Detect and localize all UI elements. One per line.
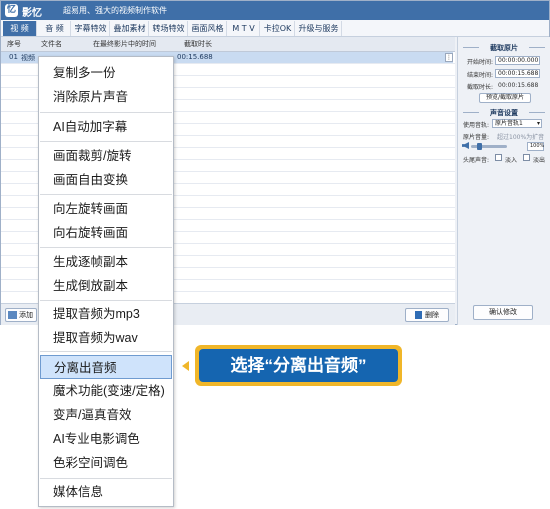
menu-item-magic-functions[interactable]: 魔术功能(变速/定格) <box>40 379 172 403</box>
clip-length-label: 截取时长: <box>467 84 494 91</box>
menu-item-rotate-right[interactable]: 向右旋转画面 <box>40 221 172 245</box>
volume-hint: 超过100%为扩音 <box>497 134 545 141</box>
context-menu: 复制多一份 消除原片声音 AI自动加字幕 画面裁剪/旋转 画面自由变换 向左旋转… <box>38 56 174 507</box>
menu-separator <box>40 300 172 301</box>
menu-item-voice-effects[interactable]: 变声/逼真音效 <box>40 403 172 427</box>
menu-item-free-transform[interactable]: 画面自由变换 <box>40 168 172 192</box>
tab-subtitle-effects[interactable]: 字幕特效 <box>72 21 110 36</box>
column-header-timeline[interactable]: 在最终影片中的时间 <box>93 39 156 49</box>
menu-item-remove-original-audio[interactable]: 消除原片声音 <box>40 85 172 109</box>
fade-out-label: 淡出 <box>533 157 546 164</box>
app-slogan: 超易用、强大的视频制作软件 <box>63 6 167 15</box>
menu-item-rotate-left[interactable]: 向左旋转画面 <box>40 197 172 221</box>
column-header-duration[interactable]: 截取时长 <box>184 39 212 49</box>
properties-panel <box>457 37 550 325</box>
preview-clip-button[interactable]: 预览/截取原片 <box>479 93 531 103</box>
tab-picture-style[interactable]: 画面风格 <box>189 21 227 36</box>
menu-separator <box>40 247 172 248</box>
menu-separator <box>40 112 172 113</box>
delete-button-label: 删除 <box>425 311 439 319</box>
menu-item-color-space[interactable]: 色彩空间调色 <box>40 451 172 475</box>
menu-separator <box>40 141 172 142</box>
volume-label: 原片音量: <box>463 134 490 141</box>
tab-transition-effects[interactable]: 转场特效 <box>150 21 188 36</box>
fade-label: 头尾声音: <box>463 157 490 164</box>
column-header-index[interactable]: 序号 <box>7 39 21 49</box>
menu-item-separate-audio[interactable]: 分离出音频 <box>40 355 172 379</box>
add-file-icon <box>8 311 17 319</box>
menu-item-reverse-copy[interactable]: 生成倒放副本 <box>40 274 172 298</box>
audio-track-select[interactable]: 原片音轨1 ▾ <box>492 119 542 128</box>
start-time-label: 开始时间: <box>467 59 494 66</box>
title-bar: 忆 影忆 超易用、强大的视频制作软件 <box>1 1 549 20</box>
chevron-down-icon: ▾ <box>536 120 540 127</box>
tab-overlay-material[interactable]: 叠加素材 <box>111 21 149 36</box>
callout-pointer-icon <box>182 361 189 371</box>
menu-item-extract-mp3[interactable]: 提取音频为mp3 <box>40 302 172 326</box>
menu-separator <box>40 194 172 195</box>
row-more-icon[interactable]: ⋮ <box>445 53 453 62</box>
audio-track-label: 使用音轨: <box>463 122 490 129</box>
start-time-field[interactable]: 00:00:00.000 <box>495 56 540 65</box>
fade-in-label: 淡入 <box>505 157 518 164</box>
tab-audio[interactable]: 音 频 <box>39 21 71 36</box>
clip-section-title: 截取原片 <box>463 43 545 52</box>
row-filename: 视频 <box>21 54 35 62</box>
add-button[interactable]: 添加 <box>5 308 37 322</box>
menu-separator <box>40 351 172 352</box>
row-index: 01 <box>9 53 18 61</box>
end-time-field[interactable]: 00:00:15.688 <box>495 69 540 78</box>
audio-section-title: 声音设置 <box>463 108 545 117</box>
delete-button[interactable]: 删除 <box>405 308 449 322</box>
menu-item-duplicate[interactable]: 复制多一份 <box>40 61 172 85</box>
file-list-header: 序号 文件名 在最终影片中的时间 截取时长 <box>1 37 455 52</box>
tab-upgrade-service[interactable]: 升级与服务 <box>296 21 342 36</box>
audio-track-value: 原片音轨1 <box>495 120 523 127</box>
menu-item-crop-rotate[interactable]: 画面裁剪/旋转 <box>40 144 172 168</box>
menu-item-ai-color-grading[interactable]: AI专业电影调色 <box>40 427 172 451</box>
tab-karaoke[interactable]: 卡拉OK <box>261 21 295 36</box>
menu-item-extract-wav[interactable]: 提取音频为wav <box>40 326 172 350</box>
menu-item-frame-copy[interactable]: 生成逐帧副本 <box>40 250 172 274</box>
menu-item-ai-subtitles[interactable]: AI自动加字幕 <box>40 115 172 139</box>
volume-value-field[interactable]: 100% <box>527 142 544 151</box>
instruction-callout: 选择“分离出音频” <box>195 345 402 386</box>
trash-icon <box>415 311 422 319</box>
tab-video[interactable]: 视 频 <box>3 21 37 36</box>
callout-text: 选择“分离出音频” <box>199 349 398 382</box>
menu-item-media-info[interactable]: 媒体信息 <box>40 480 172 504</box>
volume-slider-thumb[interactable] <box>477 143 482 150</box>
end-time-label: 结束时间: <box>467 72 494 79</box>
clip-length-value: 00:00:15.688 <box>498 82 539 89</box>
menu-separator <box>40 478 172 479</box>
app-logo-icon: 忆 <box>5 4 18 17</box>
main-tab-bar: 视 频 音 频 字幕特效 叠加素材 转场特效 画面风格 M T V 卡拉OK 升… <box>1 20 549 37</box>
confirm-changes-button[interactable]: 确认修改 <box>473 305 533 320</box>
tab-mtv[interactable]: M T V <box>228 21 260 36</box>
fade-in-checkbox[interactable] <box>495 154 502 161</box>
column-header-filename[interactable]: 文件名 <box>41 39 62 49</box>
add-button-label: 添加 <box>19 311 33 319</box>
app-name: 影忆 <box>22 8 42 19</box>
fade-out-checkbox[interactable] <box>523 154 530 161</box>
row-duration: 00:15.688 <box>177 53 213 61</box>
